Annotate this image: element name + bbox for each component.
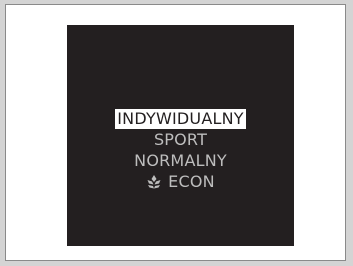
mode-individual-label: INDYWIDUALNY xyxy=(117,109,244,128)
mode-sport[interactable]: SPORT xyxy=(154,129,207,150)
leaf-icon xyxy=(146,174,162,190)
mode-selection-screen: INDYWIDUALNY SPORT NORMALNY ECON xyxy=(67,25,294,246)
mode-econ[interactable]: ECON xyxy=(146,171,215,192)
mode-econ-label: ECON xyxy=(168,172,215,191)
mode-individual[interactable]: INDYWIDUALNY xyxy=(115,109,246,129)
mode-sport-label: SPORT xyxy=(153,130,208,149)
drive-mode-menu: INDYWIDUALNY SPORT NORMALNY ECON xyxy=(67,109,294,192)
mode-normal[interactable]: NORMALNY xyxy=(134,150,227,171)
mode-normal-label: NORMALNY xyxy=(134,151,227,170)
